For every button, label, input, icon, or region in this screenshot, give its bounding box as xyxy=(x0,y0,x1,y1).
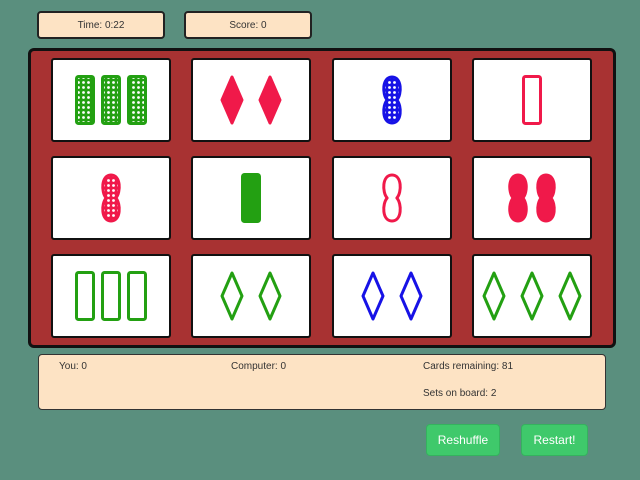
peanut-symbol xyxy=(536,173,556,223)
set-card[interactable] xyxy=(51,58,171,142)
rectangle-symbol-group xyxy=(75,271,147,321)
cards-remaining: Cards remaining: 81 xyxy=(423,361,514,372)
score-display: Score: 0 xyxy=(184,11,312,39)
diamond-symbol xyxy=(558,271,582,321)
diamond-symbol xyxy=(482,271,506,321)
rectangle-symbol-group xyxy=(522,75,542,125)
set-card[interactable] xyxy=(332,58,452,142)
peanut-symbol-group xyxy=(382,173,402,223)
sets-on-board: Sets on board: 2 xyxy=(423,388,497,399)
rectangle-symbol xyxy=(101,271,121,321)
rectangle-symbol-group xyxy=(75,75,147,125)
set-card[interactable] xyxy=(332,254,452,338)
peanut-symbol-group xyxy=(382,75,402,125)
set-card[interactable] xyxy=(472,254,592,338)
timer-label: Time: 0:22 xyxy=(77,19,125,31)
set-card[interactable] xyxy=(472,156,592,240)
rectangle-symbol xyxy=(75,271,95,321)
score-label: Score: 0 xyxy=(229,19,267,31)
rectangle-symbol xyxy=(127,75,147,125)
rectangle-symbol-group xyxy=(241,173,261,223)
diamond-symbol xyxy=(220,271,244,321)
rectangle-symbol xyxy=(101,75,121,125)
set-card[interactable] xyxy=(332,156,452,240)
computer-score: Computer: 0 xyxy=(231,361,287,372)
diamond-symbol xyxy=(520,271,544,321)
peanut-symbol-group xyxy=(508,173,556,223)
peanut-symbol xyxy=(382,173,402,223)
player-score: You: 0 xyxy=(59,361,87,372)
diamond-symbol-group xyxy=(361,271,423,321)
rectangle-symbol xyxy=(522,75,542,125)
set-card[interactable] xyxy=(51,156,171,240)
peanut-symbol xyxy=(101,173,121,223)
set-card[interactable] xyxy=(472,58,592,142)
reshuffle-button[interactable]: Reshuffle xyxy=(426,424,500,456)
diamond-symbol xyxy=(258,271,282,321)
set-card[interactable] xyxy=(191,156,311,240)
diamond-symbol-group xyxy=(220,271,282,321)
diamond-symbol xyxy=(220,75,244,125)
restart-button[interactable]: Restart! xyxy=(521,424,588,456)
diamond-symbol xyxy=(399,271,423,321)
rectangle-symbol xyxy=(127,271,147,321)
diamond-symbol xyxy=(361,271,385,321)
peanut-symbol xyxy=(508,173,528,223)
card-board xyxy=(28,48,616,348)
peanut-symbol xyxy=(382,75,402,125)
set-card[interactable] xyxy=(51,254,171,338)
rectangle-symbol xyxy=(75,75,95,125)
rectangle-symbol xyxy=(241,173,261,223)
diamond-symbol-group xyxy=(482,271,582,321)
diamond-symbol-group xyxy=(220,75,282,125)
info-panel: You: 0 Computer: 0 Cards remaining: 81 S… xyxy=(38,354,606,410)
set-card[interactable] xyxy=(191,254,311,338)
diamond-symbol xyxy=(258,75,282,125)
set-card[interactable] xyxy=(191,58,311,142)
timer-display: Time: 0:22 xyxy=(37,11,165,39)
peanut-symbol-group xyxy=(101,173,121,223)
